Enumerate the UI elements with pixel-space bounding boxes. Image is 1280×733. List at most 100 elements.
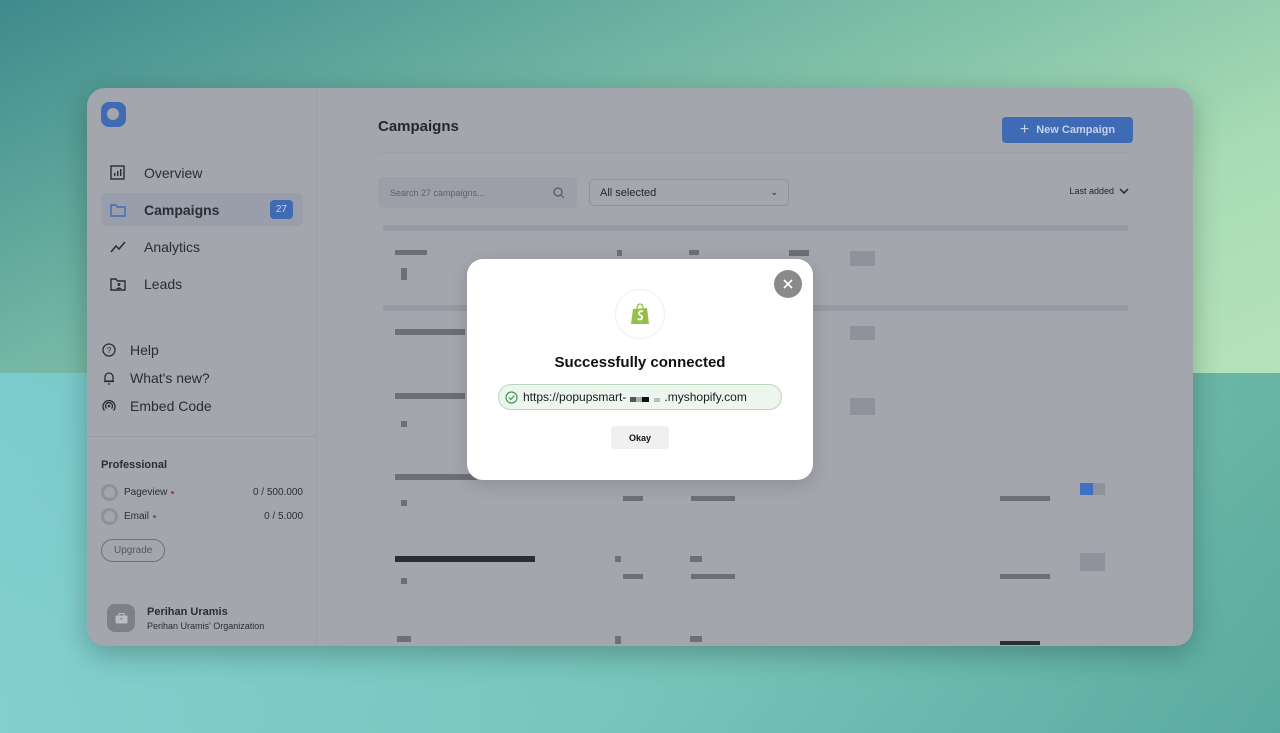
chevron-down-icon: ⌄ bbox=[770, 187, 778, 197]
sidebar-item-label: Campaigns bbox=[144, 201, 220, 218]
alert-dot-icon bbox=[153, 514, 157, 518]
user-profile[interactable]: Perihan Uramis Perihan Uramis' Organizat… bbox=[107, 604, 264, 632]
help-icon: ? bbox=[101, 343, 117, 357]
contact-folder-icon bbox=[109, 275, 126, 292]
secondary-nav: ? Help What's new? Embed Code bbox=[101, 336, 212, 420]
plan-title: Professional bbox=[101, 459, 168, 471]
redacted-content bbox=[690, 636, 702, 642]
redacted-content bbox=[615, 556, 621, 562]
sidebar-item-label: Overview bbox=[144, 164, 203, 181]
user-org: Perihan Uramis' Organization bbox=[147, 620, 265, 631]
sidebar-item-leads[interactable]: Leads bbox=[101, 267, 303, 300]
sidebar-item-overview[interactable]: Overview bbox=[101, 156, 303, 189]
redacted-content bbox=[1000, 496, 1050, 501]
redacted-content bbox=[691, 574, 735, 579]
sort-label: Last added bbox=[1069, 186, 1114, 196]
redacted-content bbox=[689, 250, 699, 255]
redacted-content bbox=[401, 500, 407, 506]
redacted-content bbox=[623, 574, 643, 579]
store-url-prefix: https://popupsmart- bbox=[523, 390, 627, 404]
svg-text:?: ? bbox=[107, 346, 112, 355]
usage-pageview: Pageview 0 / 500.000 bbox=[101, 480, 303, 504]
usage-value: 0 / 500.000 bbox=[252, 486, 303, 498]
new-campaign-button[interactable]: + New Campaign bbox=[1002, 117, 1133, 143]
redacted-content bbox=[1000, 641, 1040, 645]
usage-ring-icon bbox=[101, 507, 118, 525]
redacted-block bbox=[630, 393, 661, 402]
logo-icon[interactable] bbox=[101, 102, 126, 127]
redacted-content bbox=[395, 393, 465, 399]
alert-dot-icon bbox=[171, 490, 175, 494]
sidebar-item-label: Help bbox=[130, 342, 159, 358]
plus-icon: + bbox=[1019, 121, 1030, 138]
redacted-content bbox=[691, 496, 735, 501]
redacted-content bbox=[395, 556, 535, 562]
sidebar-item-analytics[interactable]: Analytics bbox=[101, 230, 303, 263]
usage-value: 0 / 5.000 bbox=[264, 510, 303, 522]
redacted-content bbox=[789, 250, 809, 256]
sort-dropdown[interactable]: Last added bbox=[1069, 186, 1129, 196]
briefcase-icon bbox=[115, 612, 127, 623]
divider bbox=[378, 152, 1133, 153]
search-input[interactable] bbox=[390, 187, 553, 198]
search-box bbox=[378, 177, 577, 208]
modal-title: Successfully connected bbox=[554, 354, 726, 371]
usage-label: Pageview bbox=[124, 486, 168, 498]
redacted-content bbox=[1080, 553, 1105, 571]
redacted-content bbox=[395, 250, 427, 255]
campaign-count-badge: 27 bbox=[269, 200, 293, 219]
usage-label: Email bbox=[124, 510, 150, 522]
page-title: Campaigns bbox=[378, 118, 459, 135]
search-icon bbox=[553, 186, 565, 198]
new-campaign-label: New Campaign bbox=[1036, 124, 1116, 136]
sidebar: Overview Campaigns 27 Analytics Leads ? … bbox=[87, 88, 317, 646]
sidebar-item-label: Leads bbox=[144, 275, 183, 292]
store-url-suffix: .myshopify.com bbox=[664, 390, 747, 404]
sidebar-item-embed-code[interactable]: Embed Code bbox=[101, 392, 212, 420]
sidebar-item-label: Analytics bbox=[144, 238, 201, 255]
folder-icon bbox=[109, 201, 126, 218]
shopify-logo-container bbox=[615, 289, 665, 339]
redacted-content bbox=[395, 474, 477, 480]
sidebar-item-help[interactable]: ? Help bbox=[101, 336, 212, 364]
close-button[interactable] bbox=[774, 270, 802, 298]
redacted-content bbox=[850, 251, 875, 266]
avatar bbox=[107, 604, 135, 632]
user-name: Perihan Uramis bbox=[147, 605, 228, 618]
redacted-content bbox=[850, 398, 875, 415]
plan-usage: Professional Pageview 0 / 500.000 Email … bbox=[87, 436, 317, 562]
sidebar-item-label: What's new? bbox=[130, 370, 210, 386]
redacted-content bbox=[401, 578, 407, 584]
broadcast-icon bbox=[101, 399, 117, 413]
redacted-content bbox=[1000, 574, 1050, 579]
redacted-content bbox=[397, 636, 411, 642]
redacted-content bbox=[1080, 483, 1093, 495]
bell-icon bbox=[101, 371, 117, 385]
check-circle-icon bbox=[505, 390, 518, 404]
sidebar-item-whats-new[interactable]: What's new? bbox=[101, 364, 212, 392]
status-filter-select[interactable]: All selected ⌄ bbox=[589, 179, 789, 206]
sidebar-item-campaigns[interactable]: Campaigns 27 bbox=[101, 193, 303, 226]
redacted-content bbox=[850, 326, 875, 340]
usage-email: Email 0 / 5.000 bbox=[101, 504, 303, 528]
store-url-field: https://popupsmart- .myshopify.com bbox=[498, 384, 782, 410]
shopify-icon bbox=[631, 303, 649, 324]
redacted-content bbox=[617, 250, 622, 256]
chevron-down-icon bbox=[1119, 188, 1129, 194]
redacted-content bbox=[401, 421, 407, 427]
filter-value: All selected bbox=[600, 186, 657, 199]
redacted-content bbox=[395, 329, 465, 335]
trend-icon bbox=[109, 238, 126, 255]
okay-button[interactable]: Okay bbox=[611, 426, 669, 449]
chart-icon bbox=[109, 164, 126, 181]
main-nav: Overview Campaigns 27 Analytics Leads bbox=[101, 156, 303, 304]
upgrade-button[interactable]: Upgrade bbox=[101, 539, 166, 562]
redacted-content bbox=[1093, 483, 1105, 495]
redacted-content bbox=[623, 496, 643, 501]
redacted-content bbox=[690, 556, 702, 562]
redacted-content bbox=[401, 268, 407, 280]
connection-success-modal: Successfully connected https://popupsmar… bbox=[467, 259, 813, 480]
usage-ring-icon bbox=[101, 483, 118, 501]
table-row-separator bbox=[383, 225, 1128, 231]
close-icon bbox=[783, 279, 793, 289]
